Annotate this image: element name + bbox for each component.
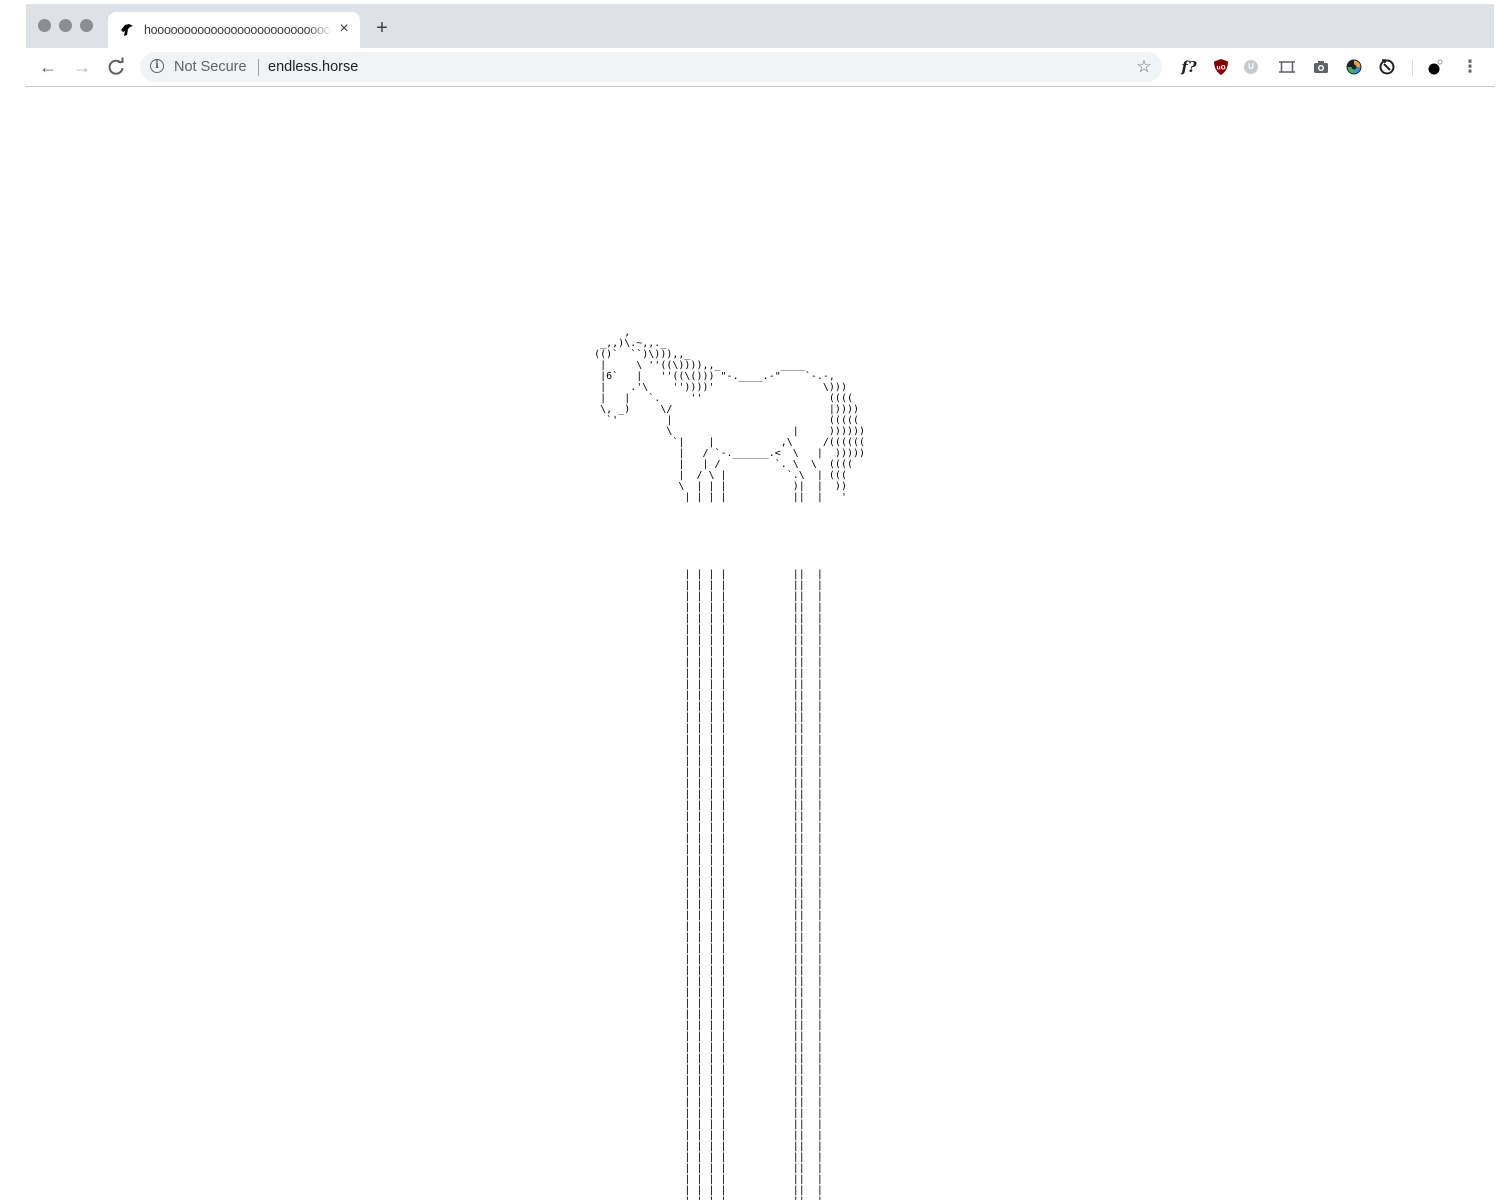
toolbar-divider bbox=[1412, 60, 1413, 76]
info-icon[interactable]: i bbox=[150, 59, 164, 73]
address-bar[interactable]: i Not Secure endless.horse ☆ bbox=[140, 52, 1162, 82]
sync-icon[interactable] bbox=[1378, 58, 1396, 76]
new-tab-button[interactable]: + bbox=[370, 16, 394, 40]
tab-title: hooooooooooooooooooooooooooooooooooooooo… bbox=[144, 21, 332, 39]
omnibox-divider bbox=[258, 59, 259, 76]
url-text[interactable]: endless.horse bbox=[268, 58, 358, 76]
ublock-shield-icon[interactable]: uO bbox=[1212, 58, 1230, 76]
horse-ascii-art: , _,,)\.~,,._ (()` ``)\))),,_ | \ ''((\)… bbox=[594, 327, 866, 503]
window-maximize-button[interactable] bbox=[80, 19, 93, 32]
tab-close-icon[interactable]: × bbox=[334, 19, 354, 39]
color-picker-icon[interactable] bbox=[1345, 58, 1363, 76]
camera-icon[interactable] bbox=[1312, 58, 1330, 76]
tab-endless-horse[interactable]: hooooooooooooooooooooooooooooooooooooooo… bbox=[108, 12, 360, 48]
browser-window: hooooooooooooooooooooooooooooooooooooooo… bbox=[26, 4, 1494, 1200]
security-label[interactable]: Not Secure bbox=[174, 58, 247, 76]
forward-button[interactable]: → bbox=[70, 55, 94, 79]
screenshot-frame-icon[interactable] bbox=[1278, 58, 1296, 76]
tab-strip: hooooooooooooooooooooooooooooooooooooooo… bbox=[26, 4, 1494, 48]
reload-icon bbox=[108, 57, 124, 75]
reload-button[interactable] bbox=[104, 55, 128, 79]
extension-circle-icon[interactable]: U bbox=[1244, 60, 1258, 74]
profile-dot-icon[interactable] bbox=[1426, 58, 1444, 76]
window-minimize-button[interactable] bbox=[59, 19, 72, 32]
svg-text:uO: uO bbox=[1216, 65, 1225, 72]
back-button[interactable]: ← bbox=[36, 55, 60, 79]
browser-menu-icon[interactable]: ⋮ bbox=[1460, 57, 1480, 77]
page-content: , _,,)\.~,,._ (()` ``)\))),,_ | \ ''((\)… bbox=[26, 87, 1494, 1200]
window-close-button[interactable] bbox=[38, 19, 51, 32]
horse-icon bbox=[118, 21, 136, 39]
toolbar: ← → i Not Secure endless.horse ☆ f? uO U bbox=[26, 48, 1494, 87]
bookmark-star-icon[interactable]: ☆ bbox=[1134, 57, 1154, 77]
fquestion-extension-icon[interactable]: f? bbox=[1178, 58, 1200, 76]
horse-legs: | | | | || | | | | | || | | | | | || | |… bbox=[684, 569, 823, 1200]
